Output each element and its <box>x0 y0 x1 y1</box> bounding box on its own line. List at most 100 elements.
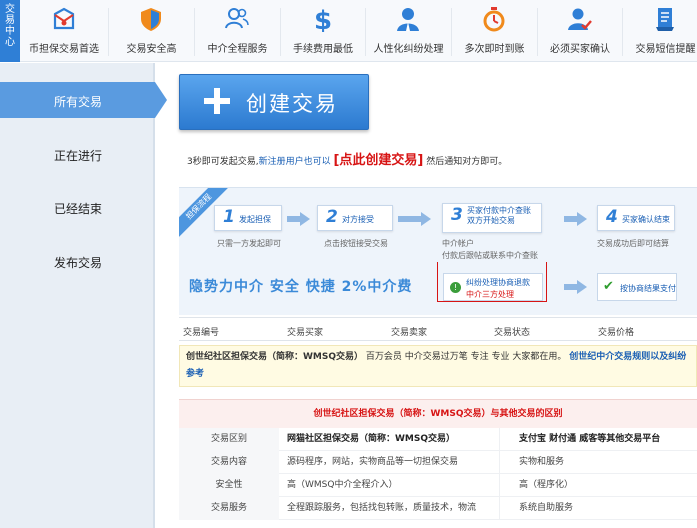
step-caption: 只需一方发起即可 <box>217 239 281 248</box>
cell-wmsq: 高（WMSQ中介全程介入） <box>287 480 398 490</box>
trade-table-header: 交易编号 交易买家 交易卖家 交易状态 交易价格 <box>179 317 697 341</box>
step-label: 买家确认结束 <box>622 215 670 224</box>
column-header: 交易状态 <box>494 328 531 338</box>
dispute-line2: 中介三方处理 <box>466 290 514 299</box>
create-trade-link[interactable]: [点此创建交易] <box>333 153 423 168</box>
table-row: 安全性 高（WMSQ中介全程介入） 高（程序化） <box>179 474 697 497</box>
nav-item-label: 所有交易 <box>54 95 103 109</box>
cell-wmsq: 源码程序，网站，实物商品等一切担保交易 <box>287 457 459 467</box>
final-pay-box: ✔ 按协商结果支付 <box>597 273 677 301</box>
step-3: 3 买家付款中介查账 双方开始交易 <box>442 203 542 233</box>
process-slogan: 隐势力中介 安全 快捷 2%中介费 <box>189 279 413 295</box>
column-header: 交易买家 <box>287 328 324 338</box>
envelope-shield-icon <box>53 7 75 30</box>
step-number: 4 <box>606 207 618 227</box>
dollar-icon: $ <box>314 6 332 32</box>
step-caption: 中介帐户 付款后跟帖或联系中介查账 <box>442 239 538 260</box>
arrow <box>398 216 422 222</box>
feature-guarantee: 币担保交易首选 <box>20 0 108 62</box>
feature-label: 人性化纠纷处理 <box>373 44 444 55</box>
svg-text:$: $ <box>314 6 332 32</box>
arrow-head <box>577 280 587 294</box>
row-label: 交易服务 <box>179 497 279 520</box>
feature-label: 中介全程服务 <box>207 44 268 55</box>
feature-dispute: 人性化纠纷处理 <box>366 0 451 62</box>
feature-low-fee: $ 手续费用最低 <box>281 0 365 62</box>
cell-other: 支付宝 财付通 威客等其他交易平台 <box>519 434 661 444</box>
column-header: 交易编号 <box>183 328 220 338</box>
feature-buyer-confirm: 必须买家确认 <box>538 0 622 62</box>
feature-label: 必须买家确认 <box>550 44 610 55</box>
step-number: 2 <box>326 207 338 227</box>
create-hint: 3秒即可发起交易,新注册用户也可以 [点此创建交易] 然后通知对方即可。 <box>187 149 507 168</box>
column-header: 交易价格 <box>598 328 635 338</box>
guarantee-process: 担保流程 1 发起担保 2 对方接受 3 买家付款中介查账 双方开始交易 4 买… <box>179 187 697 315</box>
divider <box>499 497 500 520</box>
dispute-box: ! 纠纷处理协商退款 中介三方处理 <box>443 273 543 301</box>
feature-instant: 多次即时到账 <box>452 0 537 62</box>
info-icon: ! <box>450 282 461 293</box>
notice-title: 创世纪社区担保交易（简称：WMSQ交易） <box>186 352 364 362</box>
tab-char: 易 <box>5 15 15 26</box>
feature-label: 交易短信提醒 <box>635 44 696 55</box>
feature-security: 交易安全高 <box>109 0 194 62</box>
people-icon <box>225 8 249 29</box>
row-label: 交易内容 <box>179 451 279 474</box>
arrow-head <box>421 212 431 226</box>
trade-center-tab[interactable]: 交 易 中 心 <box>0 0 20 62</box>
table-row: 交易内容 源码程序，网站，实物商品等一切担保交易 实物和服务 <box>179 451 697 474</box>
nav-item-all-trades[interactable]: 所有交易 <box>0 82 167 118</box>
cell-other: 实物和服务 <box>519 457 565 467</box>
cell-other: 高（程序化） <box>519 480 574 490</box>
plus-icon <box>204 88 230 114</box>
arrow <box>564 216 578 222</box>
cell-wmsq: 全程跟踪服务，包括找包转账，质量技术，物流 <box>287 503 477 513</box>
table-row: 交易区别 网猫社区担保交易（简称：WMSQ交易） 支付宝 财付通 威客等其他交易… <box>179 428 697 451</box>
comparison-title: 创世纪社区担保交易（简称：WMSQ交易）与其他交易的区别 <box>179 400 697 428</box>
intro-notice: 创世纪社区担保交易（简称：WMSQ交易） 百万会员 中介交易过万笔 专注 专业 … <box>179 345 697 387</box>
divider <box>499 451 500 474</box>
divider <box>499 474 500 497</box>
dispute-line1: 纠纷处理协商退款 <box>466 278 530 287</box>
nav-item-publish[interactable]: 发布交易 <box>0 243 155 279</box>
tab-char: 中 <box>5 26 15 37</box>
document-icon <box>656 8 674 31</box>
feature-label: 交易安全高 <box>126 44 177 55</box>
feature-label: 手续费用最低 <box>293 44 353 55</box>
hint-prefix: 3秒即可发起交易, <box>187 157 259 167</box>
nav-item-in-progress[interactable]: 正在进行 <box>0 136 155 172</box>
hint-suffix: 然后通知对方即可。 <box>426 157 508 167</box>
arrow <box>564 284 578 290</box>
shield-icon <box>141 8 161 31</box>
arrow <box>287 216 301 222</box>
check-icon: ✔ <box>603 279 614 294</box>
tab-char: 心 <box>5 37 15 48</box>
divider <box>153 63 155 528</box>
step-caption: 交易成功后即可结算 <box>597 239 669 248</box>
step-number: 3 <box>451 205 463 225</box>
tab-char: 交 <box>5 4 15 15</box>
feature-escrow-service: 中介全程服务 <box>195 0 280 62</box>
comparison-table: 创世纪社区担保交易（简称：WMSQ交易）与其他交易的区别 交易区别 网猫社区担保… <box>179 399 697 528</box>
stopwatch-icon <box>483 7 505 32</box>
arrow-head <box>577 212 587 226</box>
create-trade-button[interactable]: 创建交易 <box>179 74 369 130</box>
feature-label: 多次即时到账 <box>464 44 525 55</box>
hint-middle: 新注册用户也可以 <box>258 157 331 167</box>
left-nav: 所有交易 正在进行 已经结束 发布交易 <box>0 63 167 528</box>
cell-wmsq: 网猫社区担保交易（简称：WMSQ交易） <box>287 434 456 444</box>
feature-label: 币担保交易首选 <box>29 44 99 55</box>
divider <box>499 428 500 451</box>
step-label: 对方接受 <box>342 215 374 224</box>
nav-item-label: 发布交易 <box>54 256 103 270</box>
feature-sms: 交易短信提醒 <box>623 0 697 62</box>
column-header: 交易卖家 <box>391 328 428 338</box>
cell-other: 系统自助服务 <box>519 503 574 513</box>
nav-item-finished[interactable]: 已经结束 <box>0 189 155 225</box>
feature-bar: 交 易 中 心 币担保交易首选 交易安全高 中介全程服务 $ 手续费用最低 人性… <box>0 0 697 62</box>
step-label: 发起担保 <box>239 215 271 224</box>
nav-item-label: 已经结束 <box>54 202 103 216</box>
step-2: 2 对方接受 <box>317 205 393 231</box>
nav-item-label: 正在进行 <box>54 149 103 163</box>
table-row: 交易服务 全程跟踪服务，包括找包转账，质量技术，物流 系统自助服务 <box>179 497 697 520</box>
